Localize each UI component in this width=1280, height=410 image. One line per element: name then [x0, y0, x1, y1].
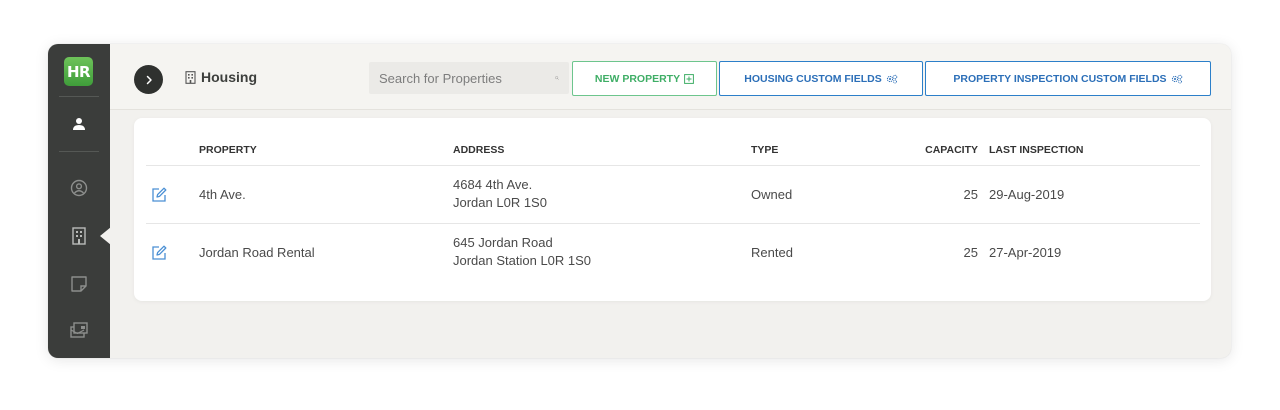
- search-box[interactable]: [369, 62, 569, 94]
- inspection-custom-fields-label: PROPERTY INSPECTION CUSTOM FIELDS: [953, 72, 1167, 85]
- sidebar-divider: [59, 151, 99, 152]
- table-row[interactable]: Jordan Road Rental 645 Jordan Road Jorda…: [134, 224, 1211, 281]
- cell-address: 4684 4th Ave. Jordan L0R 1S0: [453, 176, 547, 212]
- active-indicator: [100, 227, 111, 245]
- address-line-2: Jordan L0R 1S0: [453, 195, 547, 210]
- sidebar-item-notes[interactable]: [48, 264, 110, 304]
- housing-custom-fields-button[interactable]: HOUSING CUSTOM FIELDS: [719, 61, 923, 96]
- column-header-address[interactable]: ADDRESS: [453, 144, 504, 156]
- cell-capacity: 25: [963, 187, 978, 202]
- table-row[interactable]: 4th Ave. 4684 4th Ave. Jordan L0R 1S0 Ow…: [134, 166, 1211, 223]
- search-input[interactable]: [379, 70, 555, 86]
- sidebar: HR: [48, 44, 111, 358]
- cell-property: 4th Ave.: [199, 187, 246, 202]
- address-line-2: Jordan Station L0R 1S0: [453, 253, 592, 268]
- app-window: HR Housing Search for Properties NEW PRO…: [48, 44, 1231, 358]
- sidebar-divider: [59, 96, 99, 97]
- sidebar-item-profile[interactable]: [48, 168, 110, 208]
- cell-capacity: 25: [963, 245, 978, 260]
- new-property-button[interactable]: NEW PROPERTY: [572, 61, 717, 96]
- table-header: PROPERTY ADDRESS TYPE CAPACITY LAST INSP…: [134, 138, 1211, 166]
- edit-icon[interactable]: [150, 186, 168, 204]
- gears-icon: [1171, 74, 1182, 83]
- cell-address: 645 Jordan Road Jordan Station L0R 1S0: [453, 234, 591, 270]
- address-line-1: 4684 4th Ave.: [453, 177, 533, 192]
- search-icon[interactable]: [555, 72, 559, 84]
- plus-box-icon: [684, 73, 694, 84]
- address-line-1: 645 Jordan Road: [453, 235, 553, 250]
- column-header-type[interactable]: TYPE: [751, 144, 778, 156]
- properties-table-card: PROPERTY ADDRESS TYPE CAPACITY LAST INSP…: [134, 118, 1211, 301]
- note-icon: [71, 276, 87, 292]
- page-title-text: Housing: [201, 69, 257, 85]
- sidebar-item-cards[interactable]: [48, 310, 110, 350]
- cell-property: Jordan Road Rental: [199, 245, 315, 260]
- user-icon: [73, 118, 85, 130]
- cards-icon: [70, 322, 88, 338]
- cell-last-inspection: 27-Apr-2019: [989, 245, 1062, 260]
- sidebar-item-housing[interactable]: [48, 216, 111, 256]
- column-header-capacity[interactable]: CAPACITY: [925, 144, 978, 156]
- building-icon: [185, 70, 196, 84]
- chevron-right-icon: [146, 75, 152, 84]
- gears-icon: [886, 74, 897, 83]
- cell-type: Rented: [751, 245, 793, 260]
- sidebar-item-user[interactable]: [48, 104, 110, 144]
- profile-icon: [70, 179, 88, 197]
- page-title: Housing: [185, 69, 257, 85]
- edit-icon[interactable]: [150, 244, 168, 262]
- building-icon: [72, 227, 86, 245]
- sidebar-toggle-button[interactable]: [134, 65, 163, 94]
- inspection-custom-fields-button[interactable]: PROPERTY INSPECTION CUSTOM FIELDS: [925, 61, 1211, 96]
- housing-custom-fields-label: HOUSING CUSTOM FIELDS: [744, 72, 882, 85]
- cell-last-inspection: 29-Aug-2019: [989, 187, 1065, 202]
- column-header-last-inspection[interactable]: LAST INSPECTION: [989, 144, 1084, 156]
- column-header-property[interactable]: PROPERTY: [199, 144, 257, 156]
- hr-logo[interactable]: HR: [64, 57, 93, 86]
- new-property-label: NEW PROPERTY: [594, 72, 681, 85]
- page-header: Housing NEW PROPERTY HOUSING CUSTOM FIEL…: [110, 44, 1231, 110]
- cell-type: Owned: [751, 187, 793, 202]
